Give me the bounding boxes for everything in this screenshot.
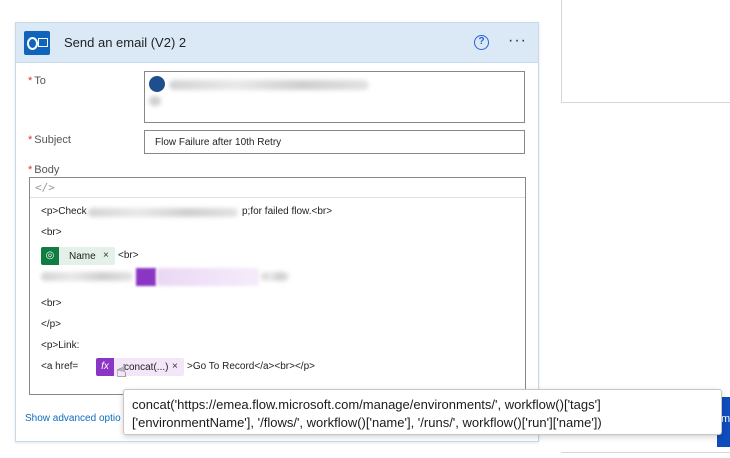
divider	[561, 452, 730, 453]
body-line-5: <br>	[41, 298, 62, 309]
remove-token-icon[interactable]: ×	[103, 250, 109, 261]
remove-token-icon[interactable]: ×	[172, 361, 178, 372]
body-line-3-suffix: <br>	[118, 250, 139, 261]
body-line-1: <p>Check	[41, 206, 87, 217]
more-options-icon[interactable]: ···	[508, 33, 527, 49]
body-line-8: <a href=	[41, 361, 79, 372]
redacted-expression-token[interactable]	[157, 268, 259, 286]
action-title[interactable]: Send an email (V2) 2	[64, 35, 186, 50]
body-line-7: <p>Link:	[41, 340, 80, 351]
expression-token-icon	[136, 268, 156, 286]
action-header[interactable]: Send an email (V2) 2 ? ···	[16, 23, 538, 63]
tooltip-line-1: concat('https://emea.flow.microsoft.com/…	[132, 397, 601, 412]
outlook-icon	[24, 31, 50, 55]
body-line-1-end: p;for failed flow.<br>	[242, 206, 333, 217]
subject-value: Flow Failure after 10th Retry	[155, 137, 282, 148]
hand-cursor-icon: ☝	[116, 361, 127, 381]
dynamic-content-token-name[interactable]: ◎ Name ×	[41, 247, 115, 265]
expression-token-concat[interactable]: fx concat(...) ×	[96, 358, 184, 376]
body-line-2: <br>	[41, 227, 62, 238]
to-input[interactable]	[144, 71, 525, 123]
redacted-recipient	[169, 80, 369, 90]
show-advanced-options-link[interactable]: Show advanced optio	[25, 413, 121, 424]
code-view-icon[interactable]: </>	[35, 181, 55, 194]
help-icon[interactable]: ?	[474, 35, 489, 50]
tooltip-line-2: ['environmentName'], '/flows/', workflow…	[132, 415, 602, 430]
body-toolbar: </>	[30, 178, 525, 198]
body-editor[interactable]: </> <p>Check p;for failed flow.<br> <br>…	[29, 177, 526, 395]
subject-label: * Subject	[28, 134, 71, 146]
send-email-action-card: Send an email (V2) 2 ? ··· * To * Subject …	[15, 22, 539, 442]
body-line-8-end: >Go To Record</a><br></p>	[187, 361, 315, 372]
adjacent-card	[561, 0, 730, 103]
body-label: * Body	[28, 164, 60, 176]
redacted-recipient-2	[149, 96, 161, 106]
dataverse-icon: ◎	[41, 247, 59, 265]
to-label: * To	[28, 75, 46, 87]
redacted-text	[88, 208, 238, 217]
fx-icon: fx	[96, 358, 114, 376]
recipient-avatar	[149, 76, 165, 92]
redacted-text	[41, 272, 133, 281]
expression-tooltip: concat('https://emea.flow.microsoft.com/…	[123, 389, 722, 435]
redacted-text	[261, 272, 289, 281]
subject-input[interactable]: Flow Failure after 10th Retry	[144, 130, 525, 154]
body-line-6: </p>	[41, 319, 62, 330]
